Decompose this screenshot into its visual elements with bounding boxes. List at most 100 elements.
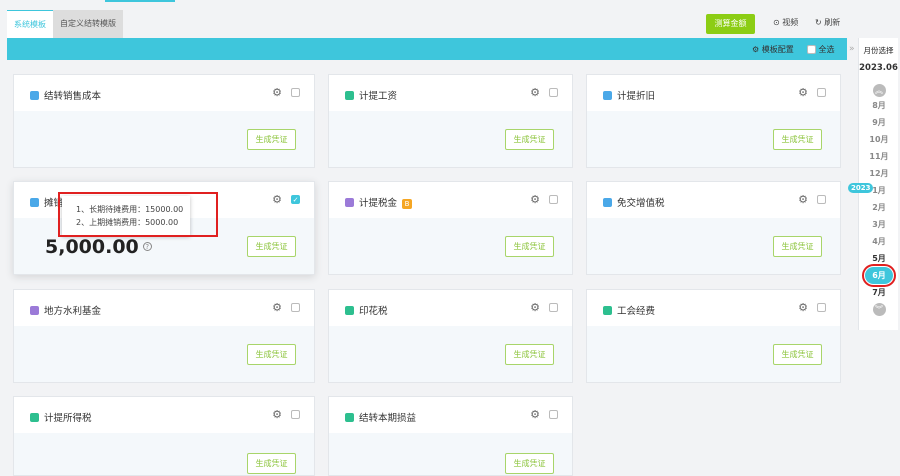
card-title-text: 计提工资: [359, 91, 398, 102]
month-item[interactable]: 7月: [859, 284, 899, 301]
tab-custom-template[interactable]: 自定义结转模版: [53, 10, 123, 38]
card-title-text: 地方水利基金: [44, 306, 102, 317]
template-card: 地方水利基金 ⚙ 生成凭证: [13, 289, 315, 383]
card-header: 工会经费 ⚙: [587, 290, 840, 326]
month-item[interactable]: 2月: [859, 199, 899, 216]
template-config-link[interactable]: ⚙ 模板配置: [752, 44, 794, 55]
gear-icon[interactable]: ⚙: [530, 301, 540, 314]
card-icon: [345, 306, 354, 315]
gear-icon[interactable]: ⚙: [530, 86, 540, 99]
card-checkbox[interactable]: [549, 195, 558, 204]
month-item[interactable]: 4月: [859, 233, 899, 250]
generate-voucher-button[interactable]: 生成凭证: [247, 236, 296, 257]
card-title: 计提所得税: [30, 410, 92, 424]
card-checkbox[interactable]: [817, 88, 826, 97]
card-checkbox[interactable]: [817, 195, 826, 204]
card-header: 计提工资 ⚙: [329, 75, 572, 111]
card-icon: [603, 306, 612, 315]
template-card: 工会经费 ⚙ 生成凭证: [586, 289, 841, 383]
template-card: 印花税 ⚙ 生成凭证: [328, 289, 573, 383]
card-header: 免交增值税 ⚙: [587, 182, 840, 218]
card-checkbox[interactable]: [291, 303, 300, 312]
scroll-up-icon[interactable]: ︽: [872, 84, 886, 97]
card-icon: [30, 198, 39, 207]
generate-voucher-button[interactable]: 生成凭证: [505, 453, 554, 474]
gear-icon[interactable]: ⚙: [272, 301, 282, 314]
card-title-text: 印花税: [359, 306, 388, 317]
template-card: 计提工资 ⚙ 生成凭证: [328, 74, 573, 168]
badge-icon: B: [402, 199, 413, 209]
gear-icon[interactable]: ⚙: [272, 193, 282, 206]
video-label: 视频: [782, 18, 799, 27]
refresh-link[interactable]: ↻ 刷新: [815, 17, 840, 28]
gear-icon[interactable]: ⚙: [530, 193, 540, 206]
template-card: 计提税金 B ⚙ 生成凭证: [328, 181, 573, 275]
calc-all-button[interactable]: 测算金额: [706, 14, 755, 34]
generate-voucher-button[interactable]: 生成凭证: [247, 453, 296, 474]
card-header: 计提税金 B ⚙: [329, 182, 572, 218]
card-checkbox[interactable]: ✓: [291, 195, 300, 204]
gear-icon[interactable]: ⚙: [798, 86, 808, 99]
card-title: 计提折旧: [603, 88, 655, 102]
generate-voucher-button[interactable]: 生成凭证: [773, 236, 822, 257]
template-tabs: 系统模板 自定义结转模版: [7, 10, 123, 38]
card-title-text: 计提税金: [359, 198, 398, 209]
top-accent: [105, 0, 175, 2]
month-item[interactable]: 5月: [859, 250, 899, 267]
month-picker-title: 月份选择: [863, 46, 894, 55]
video-link[interactable]: ⊙ 视频: [773, 17, 798, 28]
month-item[interactable]: 8月: [859, 97, 899, 114]
generate-voucher-button[interactable]: 生成凭证: [773, 344, 822, 365]
amount-text: 5,000.00: [45, 236, 139, 258]
card-title: 计提工资: [345, 88, 397, 102]
card-header: 地方水利基金 ⚙: [14, 290, 314, 326]
gear-icon[interactable]: ⚙: [798, 301, 808, 314]
month-item[interactable]: 10月: [859, 131, 899, 148]
card-title-text: 工会经费: [617, 306, 656, 317]
scroll-down-icon[interactable]: ︾: [872, 303, 886, 316]
card-title: 工会经费: [603, 303, 655, 317]
action-bar: ⚙ 模板配置 全选: [7, 38, 847, 60]
card-checkbox[interactable]: [291, 88, 300, 97]
card-checkbox[interactable]: [549, 88, 558, 97]
current-period: 2023.06: [859, 63, 898, 73]
card-title: 结转本期损益: [345, 410, 416, 424]
card-title: 地方水利基金: [30, 303, 101, 317]
tab-system-template[interactable]: 系统模板: [7, 10, 53, 38]
generate-voucher-button[interactable]: 生成凭证: [773, 129, 822, 150]
card-title-text: 计提折旧: [617, 91, 656, 102]
month-item[interactable]: 11月: [859, 148, 899, 165]
template-card: 结转本期损益 ⚙ 生成凭证: [328, 396, 573, 476]
card-checkbox[interactable]: [291, 410, 300, 419]
gear-icon[interactable]: ⚙: [530, 408, 540, 421]
card-header: 计提所得税 ⚙: [14, 397, 314, 433]
card-checkbox[interactable]: [817, 303, 826, 312]
card-title: 计提税金 B: [345, 195, 413, 209]
gear-icon[interactable]: ⚙: [272, 408, 282, 421]
generate-voucher-button[interactable]: 生成凭证: [505, 129, 554, 150]
card-title-text: 结转销售成本: [44, 91, 102, 102]
generate-voucher-button[interactable]: 生成凭证: [505, 344, 554, 365]
month-item[interactable]: 9月: [859, 114, 899, 131]
gear-icon[interactable]: ⚙: [272, 86, 282, 99]
template-card: 免交增值税 ⚙ 生成凭证: [586, 181, 841, 275]
gear-icon[interactable]: ⚙: [798, 193, 808, 206]
template-card: 结转销售成本 ⚙ 生成凭证: [13, 74, 315, 168]
month-item[interactable]: 6月: [862, 264, 896, 287]
card-icon: [345, 198, 354, 207]
select-all-checkbox[interactable]: 全选: [807, 44, 835, 55]
card-title: 结转销售成本: [30, 88, 101, 102]
generate-voucher-button[interactable]: 生成凭证: [247, 129, 296, 150]
card-title: 免交增值税: [603, 195, 665, 209]
generate-voucher-button[interactable]: 生成凭证: [505, 236, 554, 257]
card-icon: [30, 413, 39, 422]
help-icon[interactable]: ?: [142, 242, 152, 251]
generate-voucher-button[interactable]: 生成凭证: [247, 344, 296, 365]
month-item[interactable]: 12月: [859, 165, 899, 182]
card-title-text: 计提所得税: [44, 413, 92, 424]
card-checkbox[interactable]: [549, 303, 558, 312]
collapse-icon[interactable]: »: [849, 44, 855, 54]
checkbox-icon: [807, 45, 816, 54]
month-item[interactable]: 3月: [859, 216, 899, 233]
card-checkbox[interactable]: [549, 410, 558, 419]
